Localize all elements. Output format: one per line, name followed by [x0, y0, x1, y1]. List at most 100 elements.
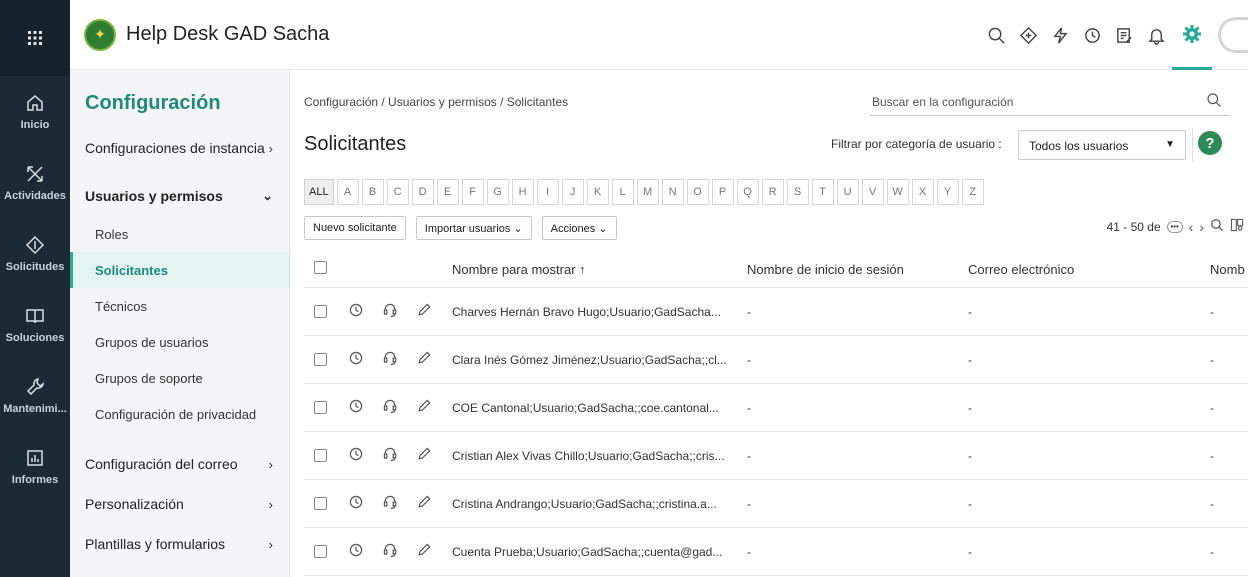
history-icon[interactable]: [1078, 21, 1106, 49]
nav-user-groups[interactable]: Grupos de usuarios: [70, 324, 289, 360]
more-icon[interactable]: •••: [1166, 220, 1183, 233]
alpha-filter-q[interactable]: Q: [736, 179, 759, 205]
cell-display-name[interactable]: Cuenta Prueba;Usuario;GadSacha;;cuenta@g…: [452, 545, 722, 559]
help-button[interactable]: ?: [1198, 131, 1222, 155]
rail-item-solicitudes[interactable]: Solicitudes: [0, 218, 70, 289]
cell-display-name[interactable]: Cristina Andrango;Usuario;GadSacha;;cris…: [452, 497, 717, 511]
chevron-left-icon[interactable]: ‹: [1189, 219, 1194, 235]
nav-users-permissions[interactable]: Usuarios y permisos ⌄: [70, 176, 289, 216]
col-email[interactable]: Correo electrónico: [968, 262, 1074, 277]
alpha-filter-s[interactable]: S: [786, 179, 809, 205]
table-row[interactable]: Cuenta Prueba;Usuario;GadSacha;;cuenta@g…: [304, 528, 1248, 576]
alpha-filter-w[interactable]: W: [886, 179, 909, 205]
alpha-filter-o[interactable]: O: [686, 179, 709, 205]
cell-display-name[interactable]: Cristian Alex Vivas Chillo;Usuario;GadSa…: [452, 449, 725, 463]
row-checkbox[interactable]: [314, 497, 327, 510]
alpha-filter-all[interactable]: ALL: [304, 179, 334, 205]
rail-item-informes[interactable]: Informes: [0, 431, 70, 502]
nav-templates-forms[interactable]: Plantillas y formularios ›: [70, 524, 289, 564]
nav-roles[interactable]: Roles: [70, 216, 289, 252]
actions-button[interactable]: Acciones ⌄: [541, 216, 617, 240]
col-display-name[interactable]: Nombre para mostrar ↑: [452, 262, 586, 277]
row-checkbox[interactable]: [314, 401, 327, 414]
alpha-filter-p[interactable]: P: [711, 179, 734, 205]
headset-icon[interactable]: [382, 302, 398, 321]
alpha-filter-i[interactable]: I: [536, 179, 559, 205]
alpha-filter-c[interactable]: C: [386, 179, 409, 205]
edit-icon[interactable]: [416, 494, 432, 513]
alpha-filter-a[interactable]: A: [336, 179, 359, 205]
alpha-filter-u[interactable]: U: [836, 179, 859, 205]
alpha-filter-z[interactable]: Z: [961, 179, 984, 205]
nav-requesters[interactable]: Solicitantes: [70, 252, 289, 288]
table-row[interactable]: Clara Inés Gómez Jiménez;Usuario;GadSach…: [304, 336, 1248, 384]
alpha-filter-d[interactable]: D: [411, 179, 434, 205]
notes-icon[interactable]: [1110, 21, 1138, 49]
select-all-checkbox[interactable]: [314, 261, 327, 274]
search-icon[interactable]: [982, 21, 1010, 49]
column-settings-icon[interactable]: [1230, 218, 1244, 235]
alpha-filter-n[interactable]: N: [661, 179, 684, 205]
headset-icon[interactable]: [382, 494, 398, 513]
alpha-filter-g[interactable]: G: [486, 179, 509, 205]
nav-instance-settings[interactable]: Configuraciones de instancia ›: [70, 128, 289, 168]
alpha-filter-y[interactable]: Y: [936, 179, 959, 205]
col-login-name[interactable]: Nombre de inicio de sesión: [747, 262, 904, 277]
cell-display-name[interactable]: Charves Hernán Bravo Hugo;Usuario;GadSac…: [452, 305, 721, 319]
alpha-filter-h[interactable]: H: [511, 179, 534, 205]
alpha-filter-f[interactable]: F: [461, 179, 484, 205]
user-avatar[interactable]: [1218, 17, 1248, 53]
row-checkbox[interactable]: [314, 545, 327, 558]
alpha-filter-x[interactable]: X: [911, 179, 934, 205]
history-icon[interactable]: [348, 494, 364, 513]
table-row[interactable]: Cristina Andrango;Usuario;GadSacha;;cris…: [304, 480, 1248, 528]
alpha-filter-e[interactable]: E: [436, 179, 459, 205]
app-launcher-button[interactable]: [0, 0, 70, 76]
nav-privacy[interactable]: Configuración de privacidad: [70, 396, 289, 432]
lightning-icon[interactable]: [1046, 21, 1074, 49]
alpha-filter-v[interactable]: V: [861, 179, 884, 205]
row-checkbox[interactable]: [314, 449, 327, 462]
table-row[interactable]: Charves Hernán Bravo Hugo;Usuario;GadSac…: [304, 288, 1248, 336]
table-row[interactable]: COE Cantonal;Usuario;GadSacha;;coe.canto…: [304, 384, 1248, 432]
table-row[interactable]: Cristian Alex Vivas Chillo;Usuario;GadSa…: [304, 432, 1248, 480]
headset-icon[interactable]: [382, 398, 398, 417]
row-checkbox[interactable]: [314, 353, 327, 366]
history-icon[interactable]: [348, 446, 364, 465]
col-last[interactable]: Nomb: [1210, 262, 1245, 277]
settings-button[interactable]: [1172, 0, 1212, 70]
user-category-select[interactable]: Todos los usuarios ▼: [1018, 130, 1186, 160]
headset-icon[interactable]: [382, 446, 398, 465]
alpha-filter-l[interactable]: L: [611, 179, 634, 205]
search-icon[interactable]: [1210, 218, 1224, 235]
cell-display-name[interactable]: COE Cantonal;Usuario;GadSacha;;coe.canto…: [452, 401, 719, 415]
alpha-filter-b[interactable]: B: [361, 179, 384, 205]
row-checkbox[interactable]: [314, 305, 327, 318]
nav-customization[interactable]: Personalización ›: [70, 484, 289, 524]
add-request-icon[interactable]: [1014, 21, 1042, 49]
alpha-filter-k[interactable]: K: [586, 179, 609, 205]
history-icon[interactable]: [348, 398, 364, 417]
rail-item-soluciones[interactable]: Soluciones: [0, 289, 70, 360]
chevron-right-icon[interactable]: ›: [1199, 219, 1204, 235]
nav-support-groups[interactable]: Grupos de soporte: [70, 360, 289, 396]
edit-icon[interactable]: [416, 542, 432, 561]
settings-search-input[interactable]: Buscar en la configuración: [870, 88, 1230, 116]
rail-item-actividades[interactable]: Actividades: [0, 147, 70, 218]
import-users-button[interactable]: Importar usuarios ⌄: [415, 216, 532, 240]
search-icon[interactable]: [1206, 92, 1222, 111]
headset-icon[interactable]: [382, 542, 398, 561]
history-icon[interactable]: [348, 350, 364, 369]
new-requester-button[interactable]: Nuevo solicitante: [304, 216, 406, 240]
edit-icon[interactable]: [416, 446, 432, 465]
rail-item-inicio[interactable]: Inicio: [0, 76, 70, 147]
history-icon[interactable]: [348, 302, 364, 321]
nav-technicians[interactable]: Técnicos: [70, 288, 289, 324]
nav-mail-settings[interactable]: Configuración del correo ›: [70, 444, 289, 484]
bell-icon[interactable]: [1142, 21, 1170, 49]
edit-icon[interactable]: [416, 302, 432, 321]
rail-item-mantenimiento[interactable]: Mantenimi...: [0, 360, 70, 431]
cell-display-name[interactable]: Clara Inés Gómez Jiménez;Usuario;GadSach…: [452, 353, 727, 367]
edit-icon[interactable]: [416, 398, 432, 417]
edit-icon[interactable]: [416, 350, 432, 369]
